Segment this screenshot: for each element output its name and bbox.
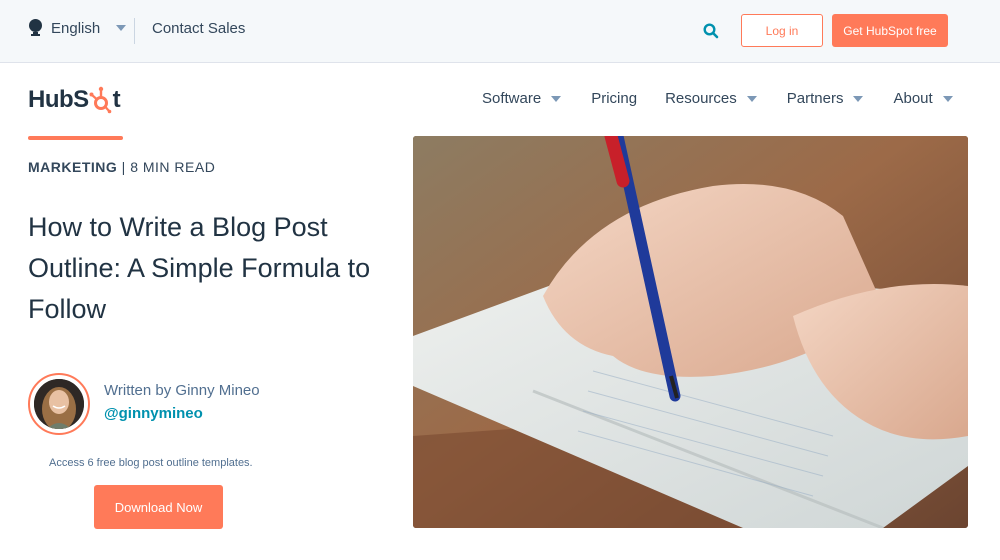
nav-item-about[interactable]: About xyxy=(893,90,953,107)
chevron-down-icon xyxy=(746,95,757,102)
get-hubspot-free-button[interactable]: Get HubSpot free xyxy=(832,14,948,47)
nav-label: Partners xyxy=(786,90,844,107)
chevron-down-icon xyxy=(116,25,127,31)
login-button[interactable]: Log in xyxy=(741,14,823,47)
avatar[interactable] xyxy=(28,373,90,435)
language-label: English xyxy=(51,19,101,37)
contact-sales-link[interactable]: Contact Sales xyxy=(152,20,245,37)
logo-text-end: t xyxy=(112,86,121,113)
nav-label: Resources xyxy=(665,90,737,107)
category-line: MARKETING | 8 MIN READ xyxy=(28,159,215,175)
author-handle-link[interactable]: @ginnymineo xyxy=(104,405,260,422)
nav-item-partners[interactable]: Partners xyxy=(787,90,864,107)
author-photo xyxy=(34,379,84,429)
category-separator: | xyxy=(117,159,131,175)
sprocket-icon xyxy=(89,86,113,114)
offer-text: Access 6 free blog post outline template… xyxy=(49,457,253,469)
nav-label: Software xyxy=(482,90,542,107)
nav-item-pricing[interactable]: Pricing xyxy=(591,90,637,107)
hero-image xyxy=(413,136,968,528)
author-info: Written by Ginny Mineo @ginnymineo xyxy=(104,382,260,422)
accent-bar xyxy=(28,136,123,140)
category-tag[interactable]: MARKETING xyxy=(28,159,117,175)
download-now-button[interactable]: Download Now xyxy=(94,485,223,529)
logo-text: HubS xyxy=(28,86,89,113)
read-time: 8 MIN READ xyxy=(130,159,216,175)
language-selector[interactable]: English xyxy=(28,19,127,37)
chevron-down-icon xyxy=(853,95,864,102)
search-icon[interactable] xyxy=(702,22,720,40)
author-block: Written by Ginny Mineo @ginnymineo xyxy=(28,373,260,435)
main-nav: Software Pricing Resources Partners Abou… xyxy=(482,90,953,107)
article-title: How to Write a Blog Post Outline: A Simp… xyxy=(28,212,371,324)
hubspot-logo[interactable]: HubS t xyxy=(28,85,121,115)
nav-item-resources[interactable]: Resources xyxy=(665,90,757,107)
nav-label: About xyxy=(893,90,933,107)
divider xyxy=(134,18,135,44)
nav-label: Pricing xyxy=(591,90,638,107)
chevron-down-icon xyxy=(942,95,953,102)
nav-item-software[interactable]: Software xyxy=(482,90,562,107)
author-name: Written by Ginny Mineo xyxy=(104,382,260,399)
chevron-down-icon xyxy=(551,95,562,102)
utility-bar: English Contact Sales Log in Get HubSpot… xyxy=(0,0,1000,63)
globe-icon xyxy=(28,19,43,37)
